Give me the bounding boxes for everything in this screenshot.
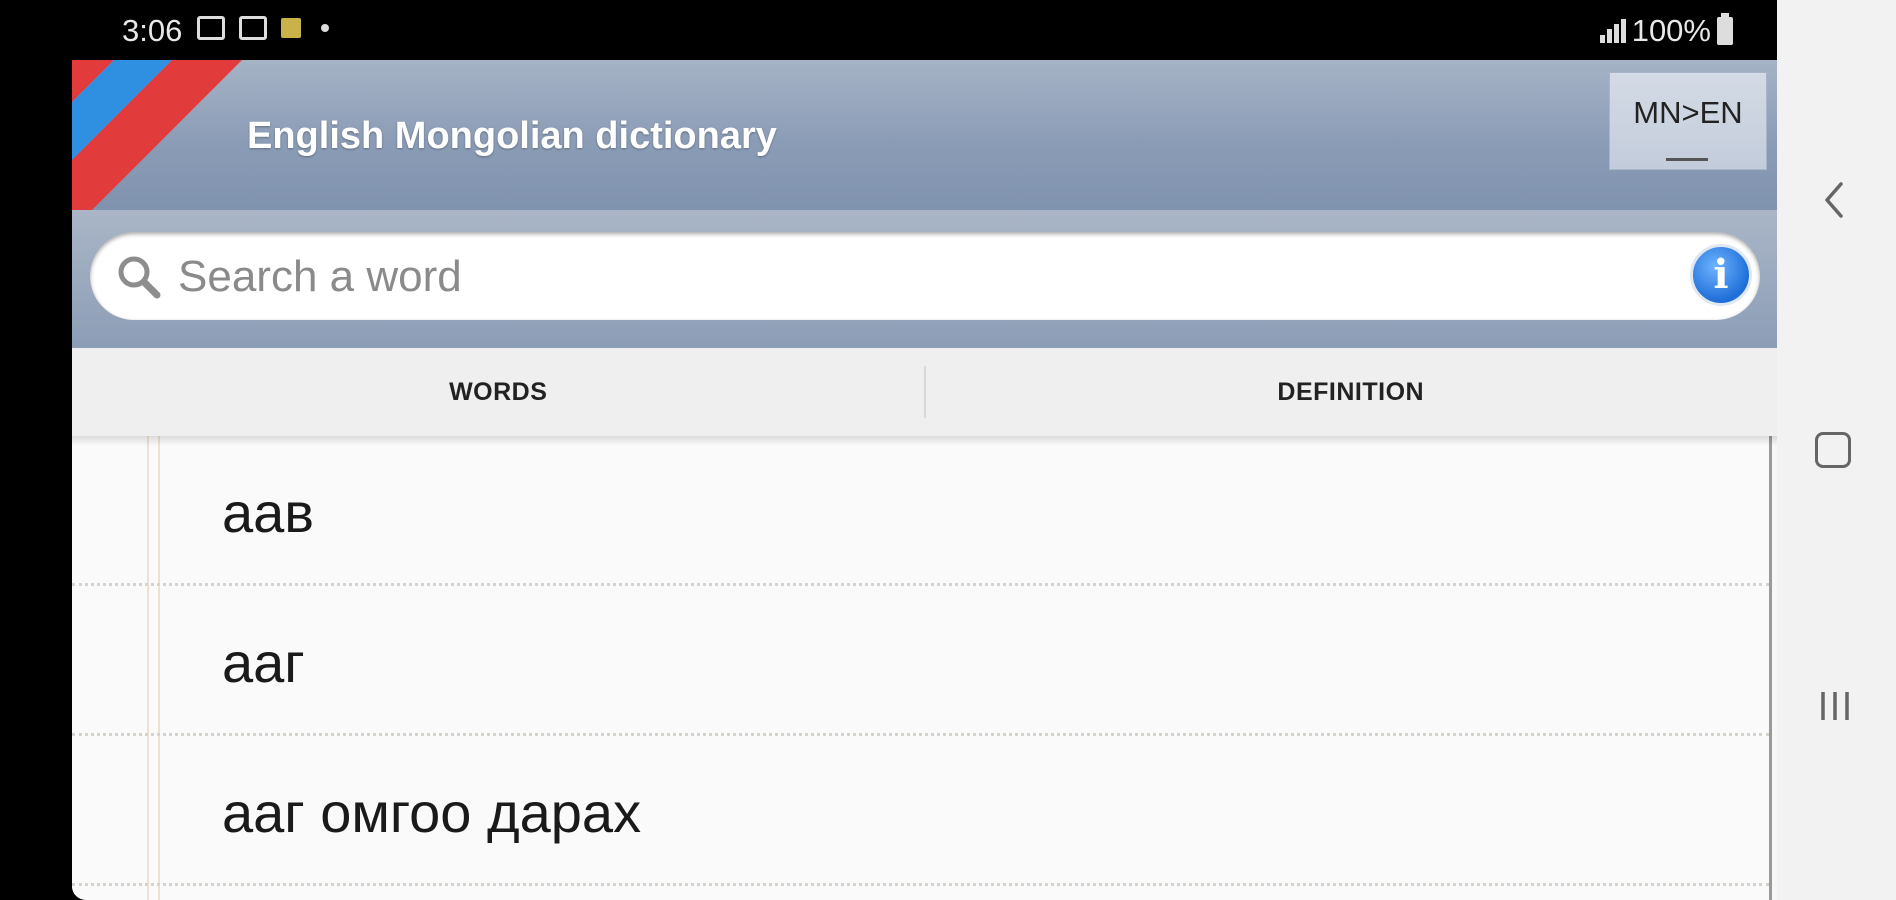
tab-words[interactable]: WORDS [72, 348, 925, 436]
status-bar: 3:06 100% [72, 0, 1777, 60]
tab-divider [924, 366, 926, 418]
list-item[interactable]: ааг омгоо дарах [72, 736, 1769, 886]
info-icon[interactable]: i [1690, 244, 1752, 306]
battery-percent: 100% [1631, 13, 1711, 48]
status-icons [197, 16, 329, 40]
search-icon [118, 256, 161, 299]
flag-stripes-icon [72, 60, 242, 210]
home-icon[interactable] [1815, 432, 1851, 468]
app-title: English Mongolian dictionary [247, 115, 777, 157]
language-toggle-label: MN>EN [1633, 95, 1743, 130]
word-text: аав [222, 481, 315, 544]
word-text: ааг омгоо дарах [222, 781, 642, 844]
recent-apps-icon[interactable] [1815, 686, 1855, 726]
notification-icon [281, 18, 301, 38]
language-toggle-underline [1666, 158, 1708, 161]
word-text: ааг [222, 631, 305, 694]
search-box[interactable]: i [90, 232, 1760, 320]
search-bar: i [72, 210, 1777, 348]
list-item[interactable]: ааг [72, 586, 1769, 736]
list-item[interactable]: аав [72, 436, 1769, 586]
battery-icon [1717, 13, 1733, 45]
signal-icon [1599, 19, 1626, 43]
back-icon[interactable] [1815, 180, 1855, 220]
tab-shadow [72, 436, 1777, 446]
tab-bar: WORDS DEFINITION [72, 348, 1777, 436]
language-toggle-button[interactable]: MN>EN [1609, 72, 1767, 170]
dot-icon [321, 24, 329, 32]
ad-icon [239, 16, 267, 40]
app-header: English Mongolian dictionary MN>EN [72, 60, 1777, 210]
system-nav-bar [1777, 0, 1896, 900]
word-list[interactable]: аав ааг ааг омгоо дарах [72, 436, 1772, 900]
tab-definition[interactable]: DEFINITION [925, 348, 1778, 436]
app-window: English Mongolian dictionary MN>EN i WOR… [72, 60, 1777, 900]
status-right: 100% [1599, 13, 1733, 49]
image-icon [197, 16, 225, 40]
status-time: 3:06 [122, 13, 183, 48]
search-input[interactable] [176, 248, 1630, 306]
